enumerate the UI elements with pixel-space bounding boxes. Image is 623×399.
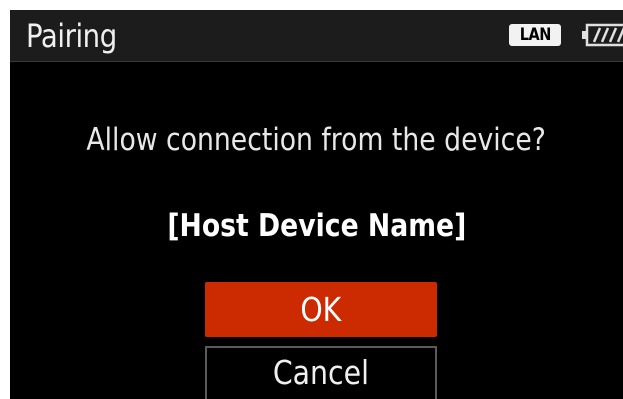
dialog-message-text: Allow connection from the device?	[86, 122, 547, 158]
ok-button-label: OK	[300, 290, 342, 329]
lan-badge-label: LAN	[519, 25, 551, 45]
battery-icon	[582, 23, 623, 47]
screen-title: Pairing	[26, 17, 117, 55]
host-device-name-text: [Host Device Name]	[167, 208, 466, 244]
dialog-message: Allow connection from the device?	[10, 120, 623, 160]
lan-status-badge: LAN	[509, 24, 561, 46]
cancel-button-label: Cancel	[272, 353, 370, 392]
ok-button[interactable]: OK	[205, 282, 437, 337]
camera-screen: Pairing LAN Allow connection from the de…	[10, 10, 623, 399]
title-bar: Pairing LAN	[10, 10, 623, 62]
host-device-name: [Host Device Name]	[10, 205, 623, 247]
cancel-button[interactable]: Cancel	[205, 346, 437, 399]
